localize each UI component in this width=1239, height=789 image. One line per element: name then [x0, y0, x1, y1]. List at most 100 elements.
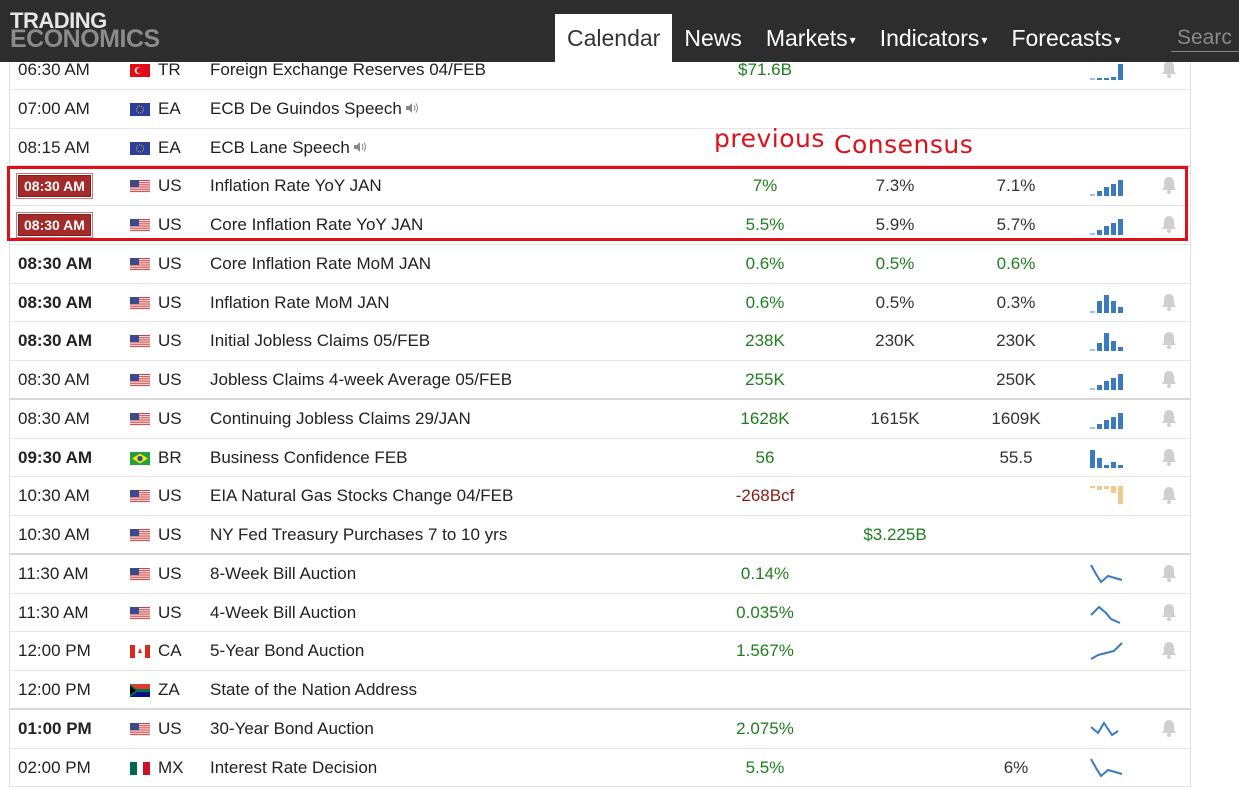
country-code[interactable]: US — [158, 516, 198, 554]
bell-icon[interactable] — [1159, 322, 1179, 360]
event-name-text: EIA Natural Gas Stocks Change 04/FEB — [210, 486, 514, 506]
calendar-row[interactable]: 11:30 AM US 8-Week Bill Auction 0.14% — [10, 555, 1190, 594]
calendar-row[interactable]: 01:00 PM US 30-Year Bond Auction 2.075% — [10, 710, 1190, 749]
sparkline-chart[interactable] — [1088, 361, 1128, 399]
country-code[interactable]: US — [158, 206, 198, 244]
sparkline-chart[interactable] — [1088, 555, 1128, 593]
sparkline-chart[interactable] — [1088, 632, 1128, 670]
country-code[interactable]: MX — [158, 749, 198, 787]
calendar-row[interactable]: 12:00 PM CA 5-Year Bond Auction 1.567% — [10, 632, 1190, 671]
event-name[interactable]: ECB De Guindos Speech — [210, 90, 730, 128]
country-code[interactable]: EA — [158, 90, 198, 128]
sparkline-chart[interactable] — [1088, 284, 1128, 322]
country-code[interactable]: US — [158, 245, 198, 283]
sparkline-chart[interactable] — [1088, 439, 1128, 477]
calendar-row[interactable]: 08:30 AM US Inflation Rate YoY JAN 7% 7.3% 7.… — [10, 167, 1190, 206]
sparkline-chart[interactable] — [1088, 671, 1128, 709]
country-code[interactable]: CA — [158, 632, 198, 670]
sparkline-chart[interactable] — [1088, 90, 1128, 128]
calendar-row[interactable]: 07:00 AM EA ECB De Guindos Speech — [10, 90, 1190, 129]
calendar-row[interactable]: 08:15 AM EA ECB Lane Speech — [10, 129, 1190, 168]
event-name[interactable]: Inflation Rate YoY JAN — [210, 167, 730, 205]
sparkline-chart[interactable] — [1088, 594, 1128, 632]
event-name[interactable]: Business Confidence FEB — [210, 439, 730, 477]
sparkline-chart[interactable] — [1088, 206, 1128, 244]
sparkline-chart[interactable] — [1088, 400, 1128, 438]
country-code[interactable]: EA — [158, 129, 198, 167]
sparkline-chart[interactable] — [1088, 516, 1128, 554]
country-code[interactable]: US — [158, 594, 198, 632]
sparkline-chart[interactable] — [1088, 167, 1128, 205]
country-code[interactable]: US — [158, 477, 198, 515]
country-code[interactable]: US — [158, 555, 198, 593]
calendar-row[interactable]: 08:30 AM US Core Inflation Rate MoM JAN 0.6… — [10, 245, 1190, 284]
event-name[interactable]: ECB Lane Speech — [210, 129, 730, 167]
sparkline-chart[interactable] — [1088, 245, 1128, 283]
event-name[interactable]: Initial Jobless Claims 05/FEB — [210, 322, 730, 360]
calendar-row[interactable]: 08:30 AM US Initial Jobless Claims 05/FEB 2… — [10, 322, 1190, 361]
calendar-row[interactable]: 08:30 AM US Core Inflation Rate YoY JAN 5.5… — [10, 206, 1190, 245]
calendar-row[interactable]: 10:30 AM US EIA Natural Gas Stocks Change … — [10, 477, 1190, 516]
country-code[interactable]: US — [158, 284, 198, 322]
event-name[interactable]: Continuing Jobless Claims 29/JAN — [210, 400, 730, 438]
event-name[interactable]: 4-Week Bill Auction — [210, 594, 730, 632]
bell-icon[interactable] — [1159, 439, 1179, 477]
nav-tab-markets[interactable]: Markets ▾ — [754, 14, 868, 62]
event-name[interactable]: EIA Natural Gas Stocks Change 04/FEB — [210, 477, 730, 515]
calendar-row[interactable]: 08:30 AM US Jobless Claims 4-week Average … — [10, 361, 1190, 400]
event-name[interactable]: Interest Rate Decision — [210, 749, 730, 787]
country-code[interactable]: US — [158, 167, 198, 205]
bell-icon[interactable] — [1159, 400, 1179, 438]
calendar-row[interactable]: 08:30 AM US Continuing Jobless Claims 29/J… — [10, 400, 1190, 439]
chevron-down-icon: ▾ — [1114, 33, 1121, 47]
bell-icon[interactable] — [1159, 477, 1179, 515]
sparkline-chart[interactable] — [1088, 322, 1128, 360]
bell-icon[interactable] — [1159, 632, 1179, 670]
event-name[interactable]: NY Fed Treasury Purchases 7 to 10 yrs — [210, 516, 730, 554]
bell-icon[interactable] — [1159, 594, 1179, 632]
calendar-row[interactable]: 11:30 AM US 4-Week Bill Auction 0.035% — [10, 594, 1190, 633]
calendar-row[interactable]: 08:30 AM US Inflation Rate MoM JAN 0.6% 0.5%… — [10, 284, 1190, 323]
bell-icon[interactable] — [1159, 361, 1179, 399]
event-name[interactable]: 30-Year Bond Auction — [210, 710, 730, 748]
country-code[interactable]: US — [158, 710, 198, 748]
nav-tab-calendar[interactable]: Calendar — [555, 14, 673, 62]
main-nav: Calendar News Markets ▾ Indicators ▾ Forecasts… — [555, 14, 1132, 62]
actual-value: 2.075% — [736, 718, 794, 738]
nav-tab-news[interactable]: News — [672, 14, 754, 62]
country-code[interactable]: BR — [158, 439, 198, 477]
country-code[interactable]: US — [158, 361, 198, 399]
nav-tab-indicators[interactable]: Indicators ▾ — [868, 14, 1000, 62]
event-name[interactable]: Core Inflation Rate MoM JAN — [210, 245, 730, 283]
calendar-row[interactable]: 02:00 PM MX Interest Rate Decision 5.5% 6% — [10, 749, 1190, 788]
calendar-row[interactable]: 10:30 AM US NY Fed Treasury Purchases 7 to… — [10, 516, 1190, 555]
calendar-row[interactable]: 12:00 PM ZA State of the Nation Address — [10, 671, 1190, 710]
calendar-row[interactable]: 09:30 AM BR Business Confidence FEB 56 55.5 — [10, 439, 1190, 478]
country-code[interactable]: ZA — [158, 671, 198, 709]
event-name[interactable]: 5-Year Bond Auction — [210, 632, 730, 670]
sparkline-chart[interactable] — [1088, 710, 1128, 748]
bell-icon[interactable] — [1159, 167, 1179, 205]
actual-value: 0.6% — [745, 292, 785, 312]
trading-economics-logo[interactable]: TRADING ECONOMICS — [10, 10, 160, 52]
bell-icon[interactable] — [1159, 555, 1179, 593]
bell-icon[interactable] — [1159, 206, 1179, 244]
country-code[interactable]: US — [158, 322, 198, 360]
event-name-text: Interest Rate Decision — [210, 757, 378, 777]
country-code[interactable]: US — [158, 400, 198, 438]
event-name[interactable]: State of the Nation Address — [210, 671, 730, 709]
event-name[interactable]: Core Inflation Rate YoY JAN — [210, 206, 730, 244]
forecast-value: 0.6% — [996, 253, 1036, 273]
event-name[interactable]: Inflation Rate MoM JAN — [210, 284, 730, 322]
bell-icon[interactable] — [1159, 710, 1179, 748]
event-name[interactable]: Jobless Claims 4-week Average 05/FEB — [210, 361, 730, 399]
event-time: 11:30 AM — [18, 602, 89, 622]
actual-value: 7% — [752, 176, 778, 196]
bell-icon[interactable] — [1159, 284, 1179, 322]
sparkline-chart[interactable] — [1088, 129, 1128, 167]
nav-tab-forecasts[interactable]: Forecasts ▾ — [999, 14, 1132, 62]
event-name[interactable]: 8-Week Bill Auction — [210, 555, 730, 593]
sparkline-chart[interactable] — [1088, 749, 1128, 787]
search-input[interactable] — [1171, 24, 1239, 52]
sparkline-chart[interactable] — [1088, 477, 1128, 515]
